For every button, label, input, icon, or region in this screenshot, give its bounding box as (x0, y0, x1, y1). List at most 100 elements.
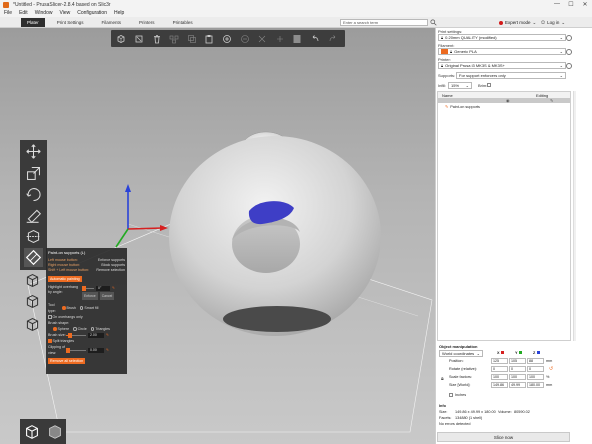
visibility-icon[interactable]: ◉ (506, 98, 510, 103)
variable-layer-icon[interactable] (292, 33, 303, 44)
cut-icon[interactable] (24, 227, 43, 246)
3d-viewport[interactable] (0, 28, 435, 444)
size-x-input[interactable]: 149.86 (491, 382, 508, 388)
remove-all-selection-button[interactable]: Remove all selection (48, 358, 86, 364)
edit-icon[interactable]: ✎ (550, 98, 553, 103)
place-on-face-icon[interactable] (24, 206, 43, 225)
minimize-button[interactable]: — (550, 1, 564, 8)
search-input[interactable]: Enter a search term (340, 19, 428, 26)
filament-gear-icon[interactable] (566, 49, 572, 55)
edit-icon[interactable]: ✎ (106, 347, 109, 353)
paint-supports-icon[interactable] (24, 248, 43, 267)
size-z-input[interactable]: 180.00 (527, 382, 544, 388)
arrange-icon[interactable] (169, 33, 180, 44)
close-button[interactable]: ✕ (578, 1, 592, 8)
lock-scale-icon[interactable]: 🔒︎ (441, 376, 444, 382)
login-button[interactable]: ☺ Log in ⌄ (540, 19, 565, 26)
split-objects-icon[interactable] (257, 33, 268, 44)
infill-select[interactable]: 15% ⌄ (448, 82, 472, 89)
reset-rotation-icon[interactable]: ↺ (549, 366, 553, 372)
rotate-icon[interactable] (24, 185, 43, 204)
printer-gear-icon[interactable] (566, 63, 572, 69)
brim-checkbox[interactable] (487, 83, 491, 87)
mode-selector[interactable]: Expert mode ⌄ (499, 19, 536, 26)
rotate-y-input[interactable]: 0 (509, 366, 526, 372)
printer-select[interactable]: 🔒︎ Original Prusa i3 MK3S & MK3S+ ⌄ (438, 62, 566, 69)
overhang-angle-value[interactable]: 0° (96, 285, 110, 291)
supports-select[interactable]: For support enforcers only ⌄ (456, 72, 566, 79)
mode-indicator-icon (499, 20, 503, 25)
copy-icon[interactable] (186, 33, 197, 44)
tab-printers[interactable]: Printers (133, 18, 161, 27)
split-parts-icon[interactable] (274, 33, 285, 44)
coordinate-system-select[interactable]: World coordinates ⌄ (439, 350, 483, 357)
measure-icon[interactable] (24, 316, 43, 335)
brush-size-slider[interactable] (66, 332, 86, 338)
rotate-label: Rotate (relative): (449, 367, 478, 371)
automatic-painting-button[interactable]: Automatic painting (48, 276, 82, 282)
circle-radio[interactable] (73, 327, 77, 331)
prusaslicer-logo-icon (3, 1, 9, 8)
info-errors: No errors detected (439, 422, 471, 426)
menu-help[interactable]: Help (114, 10, 124, 16)
print-settings-gear-icon[interactable] (566, 35, 572, 41)
tab-print-settings[interactable]: Print Settings (51, 18, 90, 27)
scale-y-input[interactable]: 100 (509, 374, 526, 380)
overhangs-only-checkbox[interactable] (48, 315, 52, 319)
enforce-button[interactable]: Enforce (82, 292, 98, 300)
list-item[interactable]: ✎ Paint-on supports (438, 104, 570, 110)
remove-instance-icon[interactable] (239, 33, 250, 44)
add-icon[interactable] (116, 33, 127, 44)
inches-checkbox[interactable] (449, 393, 453, 397)
menu-view[interactable]: View (59, 10, 70, 16)
scale-x-input[interactable]: 100 (491, 374, 508, 380)
mmu-painting-icon[interactable] (24, 293, 43, 312)
3d-view-icon[interactable] (23, 423, 41, 441)
scene-canvas[interactable] (0, 28, 435, 444)
object-list[interactable]: Name Editing ◉ ✎ ✎ Paint-on supports (437, 91, 571, 341)
move-icon[interactable] (24, 142, 43, 161)
maximize-button[interactable]: ☐ (564, 1, 578, 8)
tab-filaments[interactable]: Filaments (96, 18, 128, 27)
edit-icon[interactable]: ✎ (106, 332, 109, 338)
position-x-input[interactable]: 125 (491, 358, 508, 364)
seam-painting-icon[interactable] (24, 272, 43, 291)
delete-all-icon[interactable] (151, 33, 162, 44)
redo-icon[interactable] (327, 33, 338, 44)
rotate-x-input[interactable]: 0 (491, 366, 508, 372)
position-z-input[interactable]: 88 (527, 358, 544, 364)
edit-icon[interactable]: ✎ (112, 285, 115, 291)
brush-radio[interactable] (62, 306, 66, 310)
tab-printables[interactable]: Printables (167, 18, 199, 27)
print-profile-select[interactable]: 🔒︎ 0.20mm QUALITY (modified) ⌄ (438, 34, 566, 41)
overhang-angle-slider[interactable] (82, 285, 94, 291)
rotate-z-input[interactable]: 0 (527, 366, 544, 372)
size-y-input[interactable]: 49.99 (509, 382, 526, 388)
delete-icon[interactable] (134, 33, 145, 44)
scale-z-input[interactable]: 100 (527, 374, 544, 380)
menu-file[interactable]: File (4, 10, 12, 16)
brush-size-value[interactable]: 2.00 (88, 332, 104, 338)
tab-plater[interactable]: Plater (21, 17, 45, 27)
menu-edit[interactable]: Edit (19, 10, 28, 16)
slice-now-button[interactable]: Slice now (437, 432, 570, 442)
search-icon[interactable] (430, 19, 437, 26)
preview-icon[interactable] (46, 423, 64, 441)
undo-icon[interactable] (310, 33, 321, 44)
filament-select[interactable]: 🔒︎ Generic PLA ⌄ (438, 48, 566, 55)
smart-fill-radio[interactable] (79, 306, 84, 310)
add-instance-icon[interactable] (222, 33, 233, 44)
menu-window[interactable]: Window (35, 10, 53, 16)
position-y-input[interactable]: 105 (509, 358, 526, 364)
sphere-radio[interactable] (53, 327, 57, 331)
object-list-scrollbar[interactable] (573, 91, 576, 341)
triangles-radio[interactable] (90, 327, 95, 331)
menu-configuration[interactable]: Configuration (77, 10, 107, 16)
clipping-slider[interactable] (66, 347, 86, 353)
cancel-button[interactable]: Cancel (99, 292, 115, 300)
object-row[interactable]: ◉ ✎ (438, 98, 570, 103)
clipping-value[interactable]: 0.00 (88, 347, 104, 353)
split-triangles-checkbox[interactable] (48, 339, 52, 343)
scale-icon[interactable] (24, 164, 43, 183)
paste-icon[interactable] (204, 33, 215, 44)
